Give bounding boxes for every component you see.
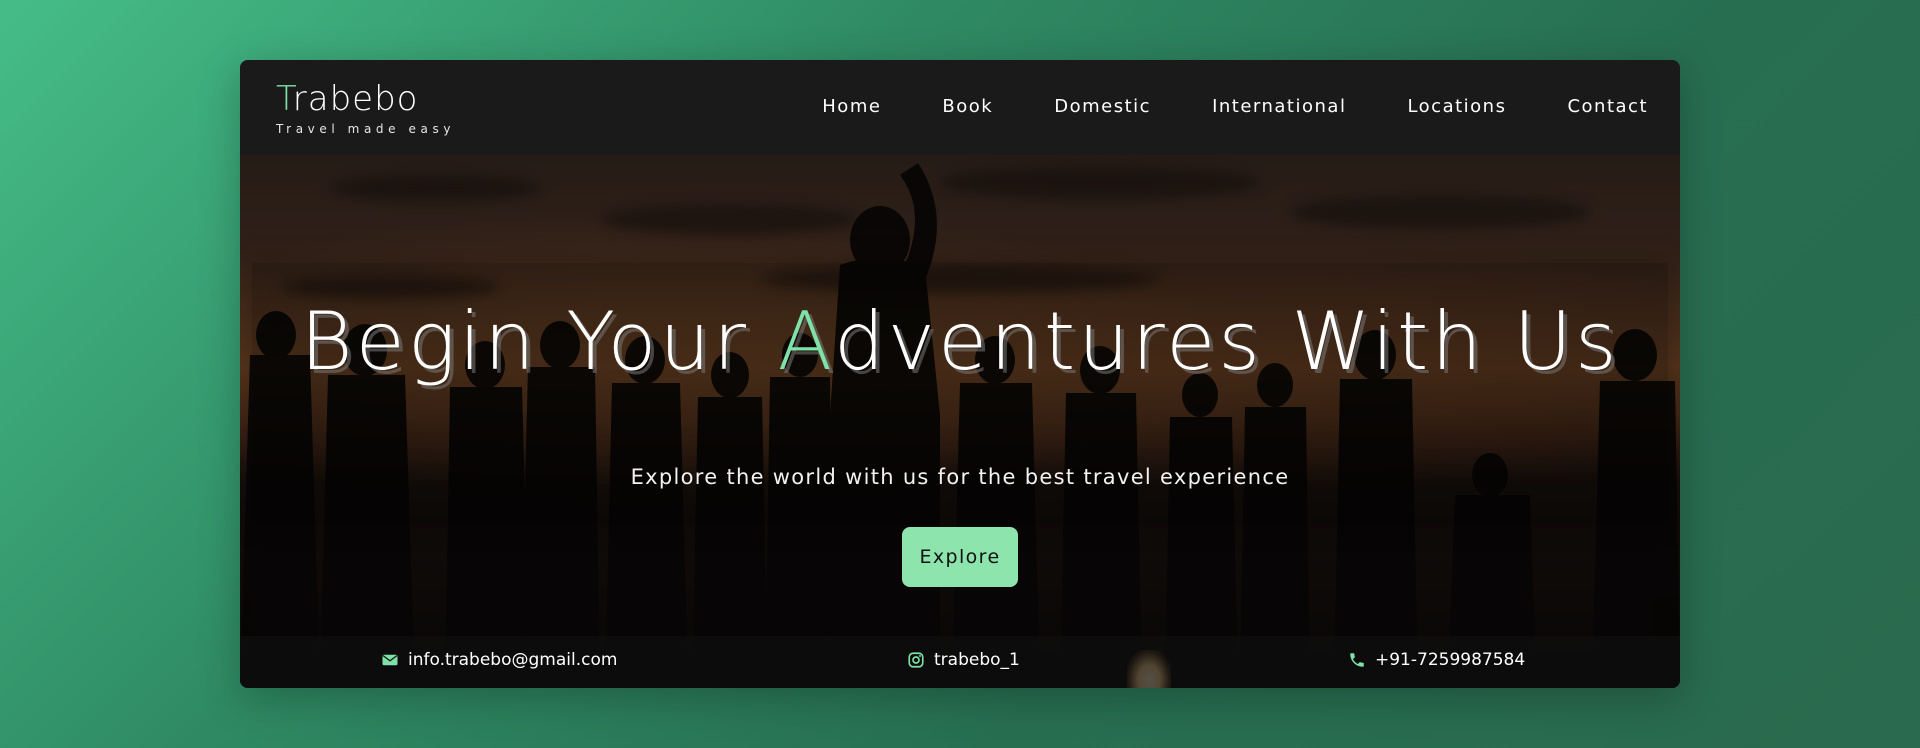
brand-logo[interactable]: Trabebo Travel made easy [276, 80, 455, 136]
hero-title-accent-letter: A [777, 295, 834, 388]
instagram-icon [908, 652, 924, 668]
nav-item-book[interactable]: Book [942, 96, 993, 117]
nav-menu: Home Book Domestic International Locatio… [761, 96, 1648, 117]
contact-bar: info.trabebo@gmail.com trabebo_1 +91-725… [240, 636, 1680, 688]
browser-window: Trabebo Travel made easy Home Book Domes… [240, 60, 1680, 688]
hero-section: Begin Your Adventures With Us Explore th… [240, 155, 1680, 688]
contact-instagram[interactable]: trabebo_1 [907, 650, 1020, 670]
contact-instagram-text: trabebo_1 [934, 650, 1020, 670]
nav-item-domestic[interactable]: Domestic [1054, 96, 1151, 117]
brand-tagline: Travel made easy [276, 122, 456, 136]
nav-item-home[interactable]: Home [822, 96, 881, 117]
envelope-icon [382, 654, 398, 666]
brand-accent-letter: T [276, 79, 293, 119]
brand-name-rest: rabebo [292, 79, 419, 119]
contact-phone[interactable]: +91-7259987584 [1348, 650, 1525, 670]
brand-name: Trabebo [276, 80, 455, 118]
hero-title-after: dventures With Us [833, 295, 1620, 388]
contact-email-text: info.trabebo@gmail.com [408, 650, 618, 670]
nav-item-international[interactable]: International [1212, 96, 1346, 117]
hero-subtitle: Explore the world with us for the best t… [630, 465, 1290, 489]
contact-phone-text: +91-7259987584 [1375, 650, 1526, 670]
hero-title-before: Begin Your [300, 295, 778, 388]
contact-email[interactable]: info.trabebo@gmail.com [381, 650, 617, 670]
phone-icon [1350, 653, 1364, 667]
explore-button[interactable]: Explore [902, 527, 1018, 587]
navbar: Trabebo Travel made easy Home Book Domes… [240, 60, 1680, 155]
hero-title: Begin Your Adventures With Us [240, 295, 1680, 388]
nav-item-contact[interactable]: Contact [1567, 96, 1648, 117]
nav-item-locations[interactable]: Locations [1407, 96, 1506, 117]
